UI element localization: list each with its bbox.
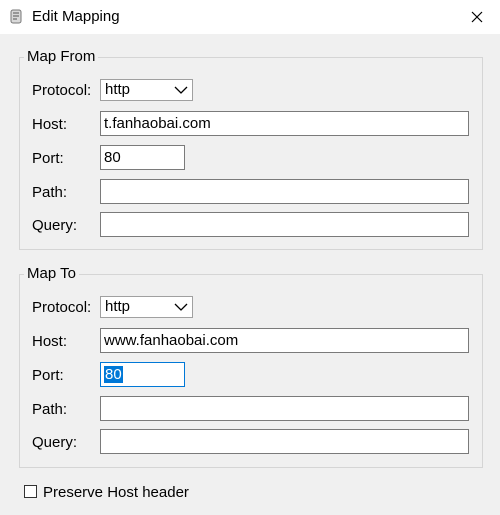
- chevron-down-icon: [174, 86, 188, 94]
- to-port-selected-text: 80: [104, 366, 123, 383]
- to-query-label: Query:: [32, 434, 78, 451]
- from-host-field[interactable]: t.fanhaobai.com: [100, 111, 469, 136]
- preserve-host-label[interactable]: Preserve Host header: [43, 484, 189, 501]
- to-host-label: Host:: [32, 333, 68, 350]
- title-bar: Edit Mapping: [0, 0, 500, 34]
- close-button[interactable]: [454, 0, 500, 34]
- to-query-field[interactable]: [100, 429, 469, 454]
- from-query-field[interactable]: [100, 212, 469, 237]
- to-port-field[interactable]: 80: [100, 362, 185, 387]
- to-path-label: Path:: [32, 401, 68, 418]
- from-port-label: Port:: [32, 150, 64, 167]
- from-path-field[interactable]: [100, 179, 469, 204]
- to-host-field[interactable]: www.fanhaobai.com: [100, 328, 469, 353]
- from-protocol-value: http: [105, 81, 131, 98]
- preserve-host-checkbox[interactable]: [24, 485, 37, 498]
- to-protocol-value: http: [105, 298, 131, 315]
- to-protocol-label: Protocol:: [32, 299, 92, 316]
- from-port-field[interactable]: 80: [100, 145, 185, 170]
- to-port-label: Port:: [32, 367, 64, 384]
- to-path-field[interactable]: [100, 396, 469, 421]
- from-host-label: Host:: [32, 116, 68, 133]
- map-from-legend: Map From: [24, 48, 99, 65]
- from-protocol-label: Protocol:: [32, 82, 92, 99]
- app-icon: [10, 9, 22, 24]
- from-protocol-select[interactable]: http: [100, 79, 193, 101]
- chevron-down-icon: [174, 303, 188, 311]
- map-to-legend: Map To: [24, 265, 79, 282]
- to-protocol-select[interactable]: http: [100, 296, 193, 318]
- close-icon: [471, 11, 483, 23]
- from-query-label: Query:: [32, 217, 78, 234]
- window-title: Edit Mapping: [32, 8, 120, 25]
- from-path-label: Path:: [32, 184, 68, 201]
